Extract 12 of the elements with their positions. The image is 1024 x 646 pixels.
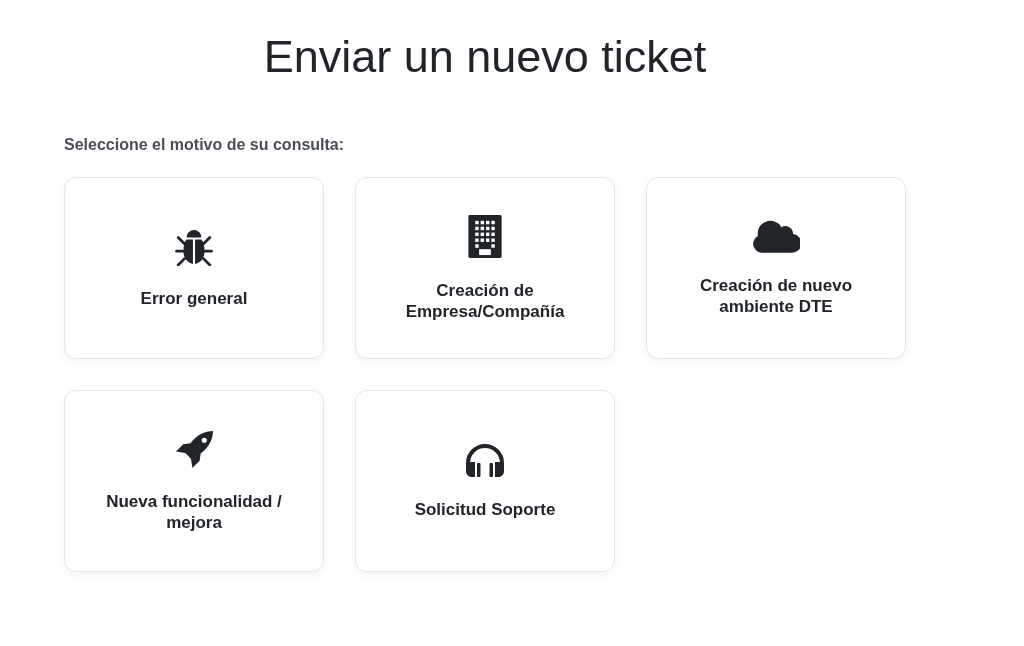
rocket-icon [174,429,214,469]
option-card[interactable]: Creación de Empresa/Compañía [355,177,615,359]
page-title: Enviar un nuevo ticket [263,30,707,84]
option-card[interactable]: Solicitud Soporte [355,390,615,572]
option-card[interactable]: Creación de nuevo ambiente DTE [646,177,906,359]
bug-icon [175,227,213,266]
building-icon [468,214,502,258]
option-card[interactable]: Nueva funcionalidad / mejora [64,390,324,572]
headphones-icon [464,442,506,477]
prompt-label: Seleccione el motivo de su consulta: [64,135,346,155]
option-card[interactable]: Error general [64,177,324,359]
cloud-icon [752,219,800,253]
